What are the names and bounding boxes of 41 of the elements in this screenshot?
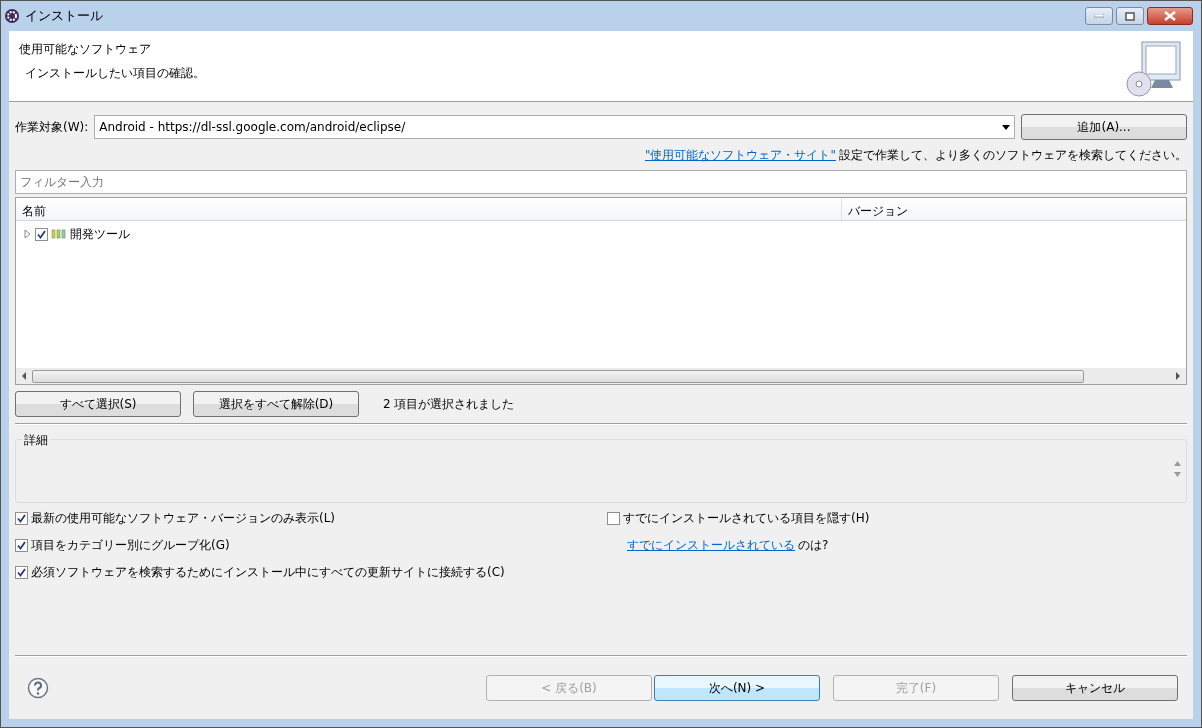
minimize-icon bbox=[1094, 14, 1104, 18]
option-label[interactable]: 最新の使用可能なソフトウェア・バージョンのみ表示(L) bbox=[31, 509, 336, 527]
horizontal-scrollbar[interactable] bbox=[16, 368, 1186, 384]
window-title: インストール bbox=[25, 7, 103, 26]
tree-item-label[interactable]: 開発ツール bbox=[70, 225, 130, 243]
dropdown-caret-icon bbox=[1002, 124, 1010, 130]
checkbox[interactable] bbox=[607, 511, 620, 525]
page-title: 使用可能なソフトウェア bbox=[19, 41, 152, 58]
selection-status: 2 項目が選択されました bbox=[383, 396, 515, 413]
checkbox[interactable] bbox=[35, 227, 48, 241]
minimize-button[interactable] bbox=[1085, 7, 1113, 25]
selection-button[interactable]: 選択をすべて解除(D) bbox=[193, 391, 359, 417]
app-gear-icon bbox=[4, 8, 20, 24]
option-label[interactable]: 必須ソフトウェアを検索するためにインストール中にすべての更新サイトに接続する(C) bbox=[31, 563, 505, 581]
sites-link[interactable]: "使用可能なソフトウェア・サイト" bbox=[644, 146, 836, 164]
column-header[interactable]: 名前 bbox=[16, 198, 842, 220]
column-header[interactable]: バージョン bbox=[842, 198, 1186, 220]
work-with-label: 作業対象(W): bbox=[15, 119, 89, 136]
expander-icon[interactable] bbox=[22, 229, 32, 239]
maximize-icon bbox=[1125, 11, 1135, 21]
installed-link[interactable]: すでにインストールされている bbox=[627, 536, 795, 554]
filter-field[interactable]: フィルター入力 bbox=[15, 170, 1187, 194]
selection-button[interactable]: すべて選択(S) bbox=[15, 391, 181, 417]
close-icon bbox=[1164, 11, 1176, 21]
bars-icon bbox=[51, 229, 67, 239]
wizard-button[interactable]: 次へ(N) > bbox=[654, 675, 820, 701]
checkbox[interactable] bbox=[15, 511, 28, 525]
option-label[interactable]: すでにインストールされている項目を隠す(H) bbox=[623, 509, 870, 527]
wizard-button[interactable]: キャンセル bbox=[1012, 675, 1178, 701]
work-with-dropdown[interactable]: Android - https://dl-ssl.google.com/android/eclipse/ bbox=[94, 115, 1015, 139]
help-icon[interactable] bbox=[27, 677, 49, 699]
option-label[interactable]: 項目をカテゴリー別にグループ化(G) bbox=[31, 536, 230, 554]
maximize-button[interactable] bbox=[1116, 7, 1144, 25]
add-button[interactable]: 追加(A)... bbox=[1021, 114, 1187, 140]
close-button[interactable] bbox=[1147, 7, 1193, 25]
page-description: インストールしたい項目の確認。 bbox=[24, 65, 205, 82]
details-title: 詳細 bbox=[22, 431, 50, 449]
installed-hint-text: のは? bbox=[798, 537, 829, 554]
sites-hint-text: 設定で作業して、より多くのソフトウェアを検索してください。 bbox=[839, 147, 1187, 164]
checkbox[interactable] bbox=[15, 538, 28, 552]
checkbox[interactable] bbox=[15, 565, 28, 579]
